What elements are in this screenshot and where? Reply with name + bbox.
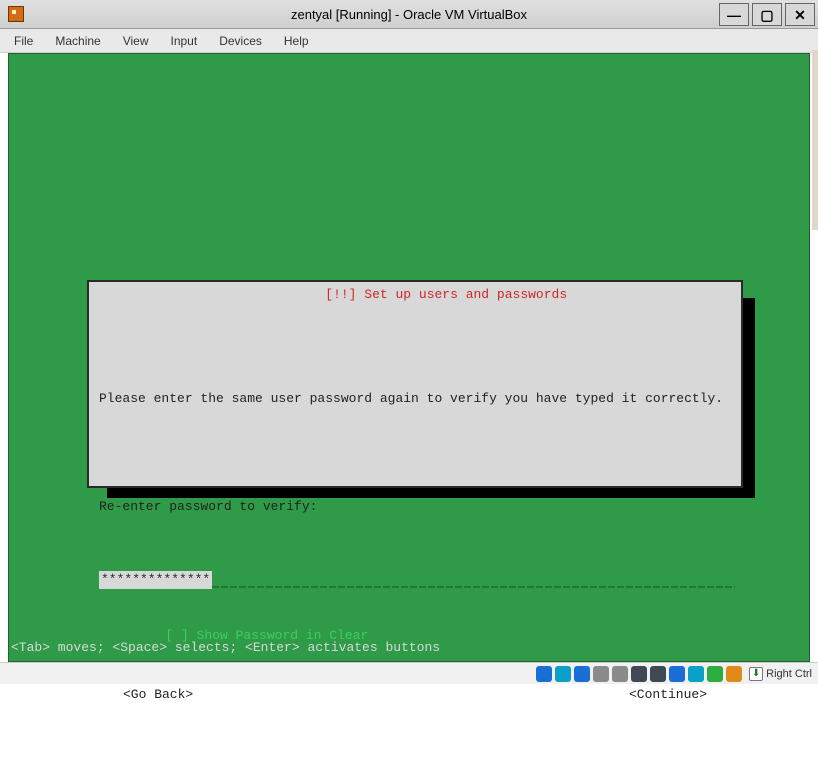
shared-folders-icon[interactable] <box>631 666 647 682</box>
vm-display: [!!] Set up users and passwords Please e… <box>8 53 810 662</box>
usb-icon[interactable] <box>612 666 628 682</box>
password-setup-dialog: [!!] Set up users and passwords Please e… <box>87 280 743 488</box>
network-icon[interactable] <box>593 666 609 682</box>
display-icon[interactable] <box>650 666 666 682</box>
menu-view[interactable]: View <box>119 32 153 50</box>
password-field-fill <box>212 571 735 589</box>
mouse-integration-icon[interactable] <box>707 666 723 682</box>
menu-help[interactable]: Help <box>280 32 313 50</box>
dialog-body: Please enter the same user password agai… <box>99 349 731 745</box>
app-icon <box>8 6 24 22</box>
audio-icon[interactable] <box>574 666 590 682</box>
vm-statusbar: ⬇ Right Ctrl <box>0 662 818 684</box>
go-back-button[interactable]: <Go Back> <box>123 685 193 705</box>
optical-disk-icon[interactable] <box>555 666 571 682</box>
background-edge <box>812 50 818 230</box>
window-titlebar: zentyal [Running] - Oracle VM VirtualBox… <box>0 0 818 29</box>
continue-button[interactable]: <Continue> <box>629 685 707 705</box>
keyboard-capture-icon[interactable] <box>726 666 742 682</box>
processor-icon[interactable] <box>688 666 704 682</box>
password-field[interactable]: ************** <box>99 571 735 589</box>
menu-input[interactable]: Input <box>167 32 202 50</box>
maximize-button[interactable]: ▢ <box>752 3 782 26</box>
dialog-prompt: Re-enter password to verify: <box>99 497 731 517</box>
menu-file[interactable]: File <box>10 32 37 50</box>
dialog-title: [!!] Set up users and passwords <box>321 287 571 302</box>
window-buttons: — ▢ ✕ <box>719 0 818 28</box>
dialog-nav: <Go Back> <Continue> <box>99 685 731 705</box>
host-key-label: Right Ctrl <box>766 668 812 680</box>
keyboard-hint: <Tab> moves; <Space> selects; <Enter> ac… <box>9 640 440 655</box>
recording-icon[interactable] <box>669 666 685 682</box>
window-title: zentyal [Running] - Oracle VM VirtualBox <box>0 7 818 22</box>
installer-screen: [!!] Set up users and passwords Please e… <box>9 54 809 661</box>
host-key-arrow-icon: ⬇ <box>749 667 763 681</box>
hard-disk-icon[interactable] <box>536 666 552 682</box>
dialog-message: Please enter the same user password agai… <box>99 389 731 409</box>
password-mask: ************** <box>99 571 212 589</box>
dialog-title-row: [!!] Set up users and passwords <box>89 272 741 317</box>
close-button[interactable]: ✕ <box>785 3 815 26</box>
menu-devices[interactable]: Devices <box>215 32 266 50</box>
menubar: File Machine View Input Devices Help <box>0 29 818 53</box>
menu-machine[interactable]: Machine <box>51 32 104 50</box>
minimize-button[interactable]: — <box>719 3 749 26</box>
host-key-indicator: ⬇ Right Ctrl <box>749 667 812 681</box>
